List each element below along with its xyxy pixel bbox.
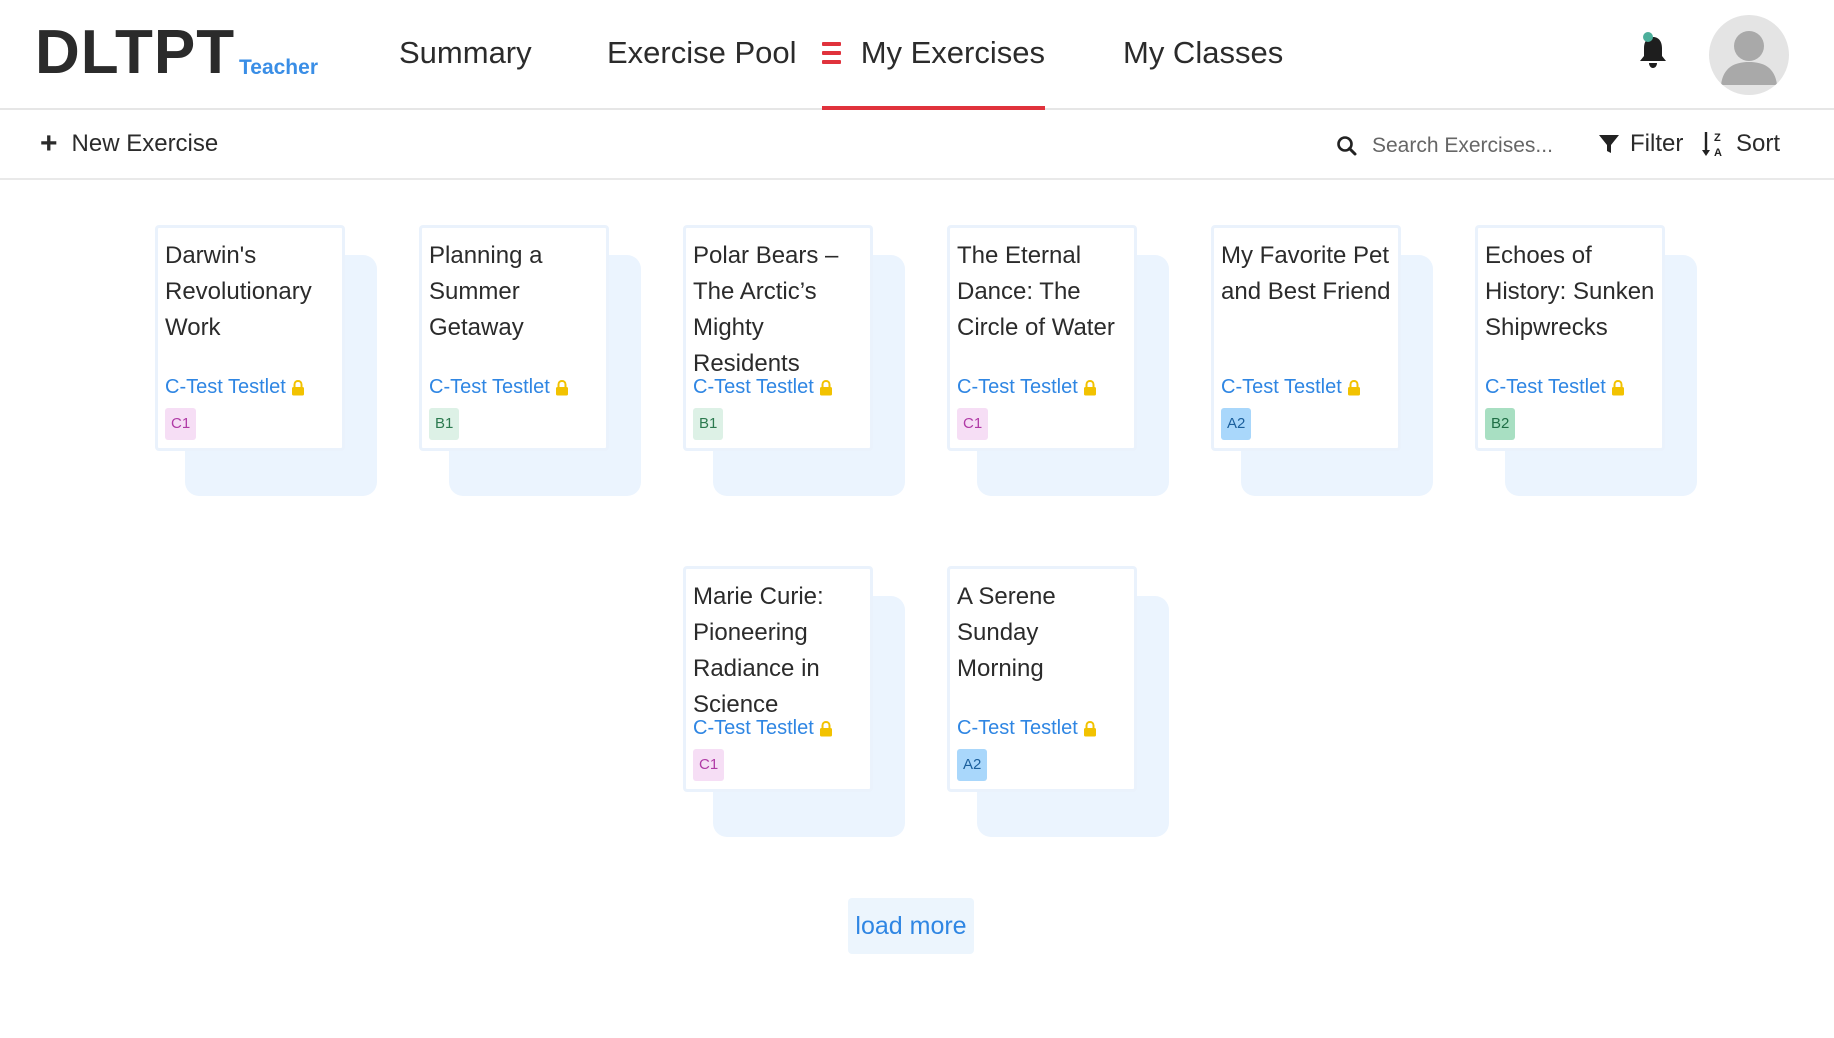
exercise-title: A Serene Sunday Morning [957, 583, 1056, 682]
svg-text:A: A [1714, 147, 1722, 158]
exercise-card-face: Marie Curie: Pioneering Radiance in Scie… [683, 566, 873, 792]
exercise-type: C-Test Testlet [165, 376, 336, 399]
level-badge: B1 [429, 408, 460, 440]
lock-icon [1083, 720, 1096, 736]
exercise-card-face: The Eternal Dance: The Circle of Water C-… [947, 225, 1137, 451]
exercise-type: C-Test Testlet [693, 376, 864, 399]
level-badge: C1 [957, 408, 989, 440]
user-avatar[interactable] [1709, 15, 1789, 95]
exercise-card-face: Polar Bears – The Arctic’s Mighty Reside… [683, 225, 873, 451]
exercise-type: C-Test Testlet [957, 717, 1128, 740]
exercise-type-label: C-Test Testlet [1485, 376, 1606, 398]
svg-text:Z: Z [1714, 132, 1721, 144]
exercise-card[interactable]: A Serene Sunday Morning C-Test Testlet A2 [947, 566, 1172, 846]
search-icon [1337, 136, 1357, 156]
exercise-card[interactable]: Planning a Summer Getaway C-Test Testlet B… [419, 225, 644, 505]
menu-icon [822, 42, 841, 69]
nav-my-exercises-label: My Exercises [860, 35, 1045, 70]
lock-icon [1083, 379, 1096, 395]
exercise-type-label: C-Test Testlet [1221, 376, 1342, 398]
exercise-type: C-Test Testlet [1485, 376, 1656, 399]
search-input[interactable] [1372, 134, 1562, 158]
level-badge: C1 [165, 408, 197, 440]
new-exercise-label: New Exercise [71, 130, 219, 157]
exercise-type-label: C-Test Testlet [957, 376, 1078, 398]
exercise-type: C-Test Testlet [1221, 376, 1392, 399]
exercise-toolbar: + New Exercise Filter Z A Sort [0, 112, 1834, 180]
sort-label: Sort [1736, 130, 1781, 157]
search-box[interactable] [1336, 126, 1566, 166]
nav-my-exercises[interactable]: My Exercises [822, 30, 1045, 110]
level-badge: A2 [1221, 408, 1252, 440]
exercise-title: The Eternal Dance: The Circle of Water [957, 242, 1115, 341]
exercise-card-face: A Serene Sunday Morning C-Test Testlet A2 [947, 566, 1137, 792]
exercise-card-face: Darwin's Revolutionary Work C-Test Testle… [155, 225, 345, 451]
lock-icon [291, 379, 304, 395]
notification-dot [1643, 32, 1653, 42]
new-exercise-button[interactable]: + New Exercise [40, 127, 219, 160]
exercise-title: Marie Curie: Pioneering Radiance in Scie… [693, 583, 824, 718]
sort-button[interactable]: Z A Sort [1702, 130, 1780, 158]
exercise-type-label: C-Test Testlet [429, 376, 550, 398]
filter-button[interactable]: Filter [1598, 130, 1683, 158]
app-logo[interactable]: DLTPT [35, 18, 235, 88]
filter-label: Filter [1630, 130, 1684, 157]
filter-icon [1599, 135, 1619, 153]
nav-exercise-pool[interactable]: Exercise Pool [607, 34, 797, 72]
exercise-card[interactable]: Echoes of History: Sunken Shipwrecks C-Te… [1475, 225, 1700, 505]
sort-az-icon: Z A [1702, 132, 1722, 158]
notification-bell-icon[interactable] [1637, 32, 1669, 70]
exercise-card[interactable]: Polar Bears – The Arctic’s Mighty Reside… [683, 225, 908, 505]
plus-icon: + [40, 127, 58, 160]
nav-my-classes[interactable]: My Classes [1123, 34, 1283, 72]
lock-icon [1611, 379, 1624, 395]
exercise-title: Echoes of History: Sunken Shipwrecks [1485, 242, 1655, 341]
exercise-type-label: C-Test Testlet [693, 376, 814, 398]
exercise-title: My Favorite Pet and Best Friend [1221, 242, 1391, 305]
exercise-card-face: Echoes of History: Sunken Shipwrecks C-Te… [1475, 225, 1665, 451]
lock-icon [819, 720, 832, 736]
exercise-card-face: My Favorite Pet and Best Friend C-Test Te… [1211, 225, 1401, 451]
exercise-title: Polar Bears – The Arctic’s Mighty Reside… [693, 242, 839, 377]
lock-icon [819, 379, 832, 395]
level-badge: B2 [1485, 408, 1516, 440]
exercise-type: C-Test Testlet [957, 376, 1128, 399]
exercise-card[interactable]: Marie Curie: Pioneering Radiance in Scie… [683, 566, 908, 846]
load-more-button[interactable]: load more [848, 898, 974, 954]
exercise-type: C-Test Testlet [429, 376, 600, 399]
exercise-type-label: C-Test Testlet [693, 717, 814, 739]
exercise-card-face: Planning a Summer Getaway C-Test Testlet B… [419, 225, 609, 451]
exercise-type: C-Test Testlet [693, 717, 864, 740]
top-navigation-bar: DLTPT Teacher Summary Exercise Pool My E… [0, 0, 1834, 110]
nav-summary[interactable]: Summary [399, 34, 532, 72]
lock-icon [1347, 379, 1360, 395]
exercise-card[interactable]: Darwin's Revolutionary Work C-Test Testle… [155, 225, 380, 505]
level-badge: C1 [693, 749, 725, 781]
user-role-label: Teacher [239, 56, 318, 79]
level-badge: A2 [957, 749, 988, 781]
lock-icon [555, 379, 568, 395]
exercise-title: Planning a Summer Getaway [429, 242, 543, 341]
exercise-type-label: C-Test Testlet [957, 717, 1078, 739]
exercise-type-label: C-Test Testlet [165, 376, 286, 398]
exercise-card[interactable]: The Eternal Dance: The Circle of Water C-… [947, 225, 1172, 505]
exercise-card[interactable]: My Favorite Pet and Best Friend C-Test Te… [1211, 225, 1436, 505]
level-badge: B1 [693, 408, 724, 440]
exercise-title: Darwin's Revolutionary Work [165, 242, 312, 341]
